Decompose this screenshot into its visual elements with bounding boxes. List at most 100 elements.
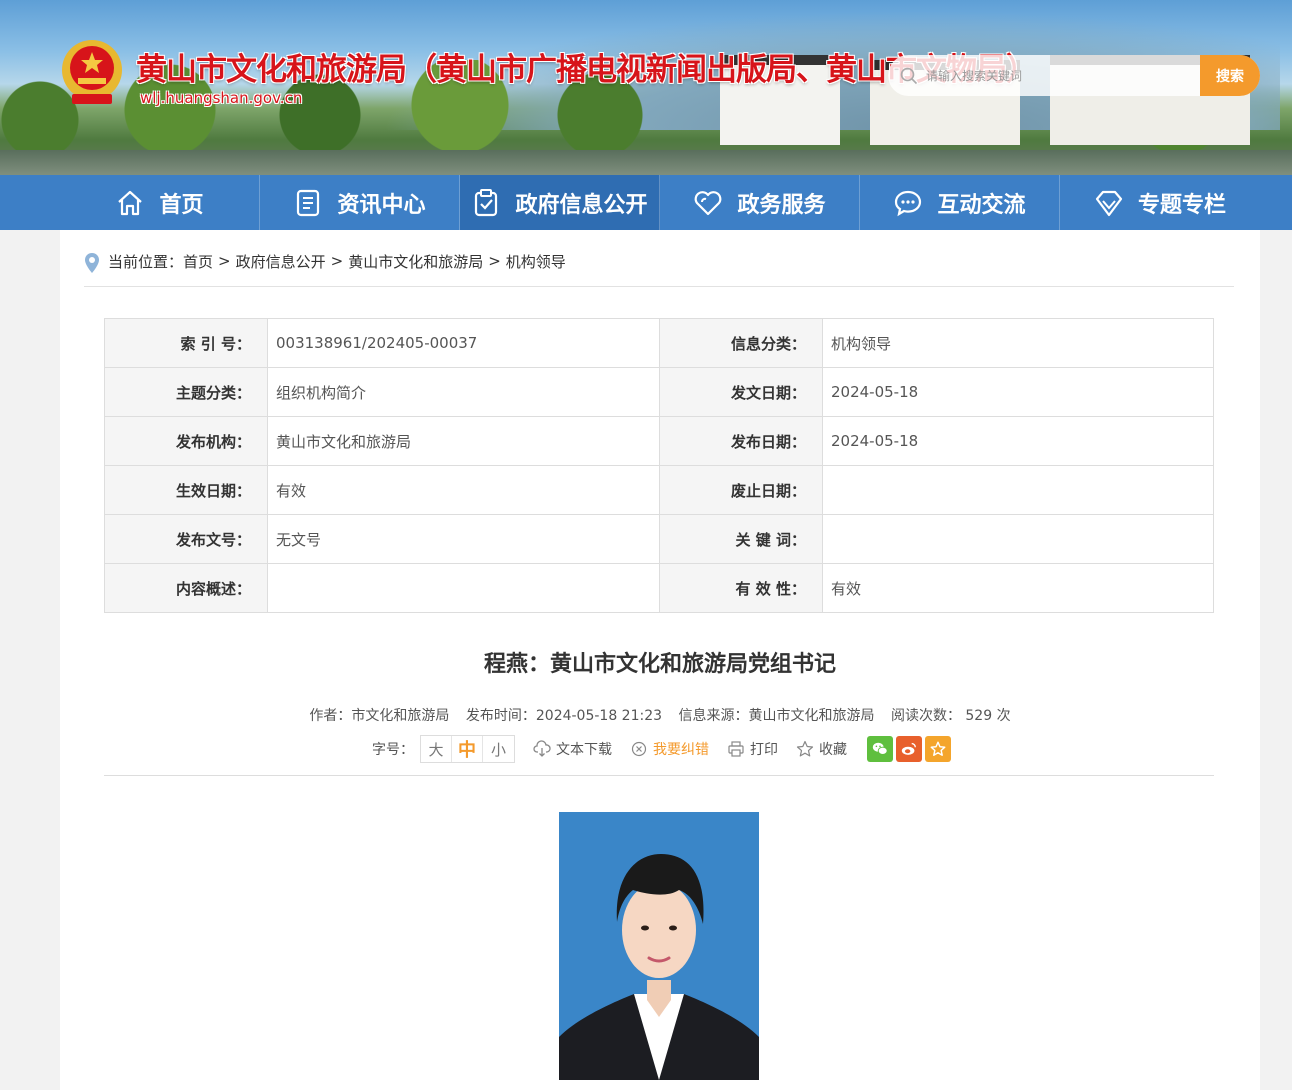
printer-icon xyxy=(728,741,744,757)
download-button[interactable]: 文本下载 xyxy=(533,739,612,759)
divider xyxy=(84,286,1234,287)
breadcrumb-separator: > xyxy=(488,252,501,270)
search-button[interactable]: 搜索 xyxy=(1200,55,1260,96)
font-size-small[interactable]: 小 xyxy=(483,736,514,762)
table-row: 发布机构： 黄山市文化和旅游局 发布日期： 2024-05-18 xyxy=(104,416,1214,466)
leader-portrait xyxy=(559,812,759,1080)
weibo-icon xyxy=(901,742,916,755)
article-info: 作者：市文化和旅游局 发布时间：2024-05-18 21:23 信息来源：黄山… xyxy=(60,705,1260,725)
star-icon xyxy=(930,741,946,756)
print-button[interactable]: 打印 xyxy=(727,739,778,759)
print-label: 打印 xyxy=(750,742,778,758)
article-publish-time: 发布时间：2024-05-18 21:23 xyxy=(465,708,663,724)
breadcrumb-prefix: 当前位置： xyxy=(108,252,184,271)
error-circle-icon xyxy=(631,741,647,757)
breadcrumb: 当前位置： 首页 > 政府信息公开 > 黄山市文化和旅游局 > 机构领导 xyxy=(84,248,566,274)
breadcrumb-home[interactable]: 首页 xyxy=(183,251,213,272)
favorite-label: 收藏 xyxy=(819,742,847,758)
meta-value: 组织机构简介 xyxy=(267,367,660,417)
article-author: 作者：市文化和旅游局 xyxy=(309,708,450,724)
nav-label: 政务服务 xyxy=(737,192,826,218)
wechat-icon xyxy=(872,742,888,755)
content-panel: 当前位置： 首页 > 政府信息公开 > 黄山市文化和旅游局 > 机构领导 索 引… xyxy=(60,230,1260,1090)
meta-value xyxy=(822,465,1214,515)
heart-icon xyxy=(695,190,722,215)
meta-value: 有效 xyxy=(267,465,660,515)
nav-label: 资讯中心 xyxy=(337,192,426,218)
search-box: 搜索 xyxy=(888,55,1260,96)
header-banner: 黄山市文化和旅游局（黄山市广播电视新闻出版局、黄山市文物局） wlj.huang… xyxy=(0,0,1292,175)
nav-item-services[interactable]: 政务服务 xyxy=(660,175,860,230)
nav-item-interaction[interactable]: 互动交流 xyxy=(860,175,1060,230)
breadcrumb-separator: > xyxy=(330,252,344,270)
meta-key: 索 引 号： xyxy=(104,318,268,368)
meta-key: 发文日期： xyxy=(659,367,823,417)
search-input[interactable] xyxy=(926,68,1176,83)
meta-value: 黄山市文化和旅游局 xyxy=(267,416,660,466)
meta-key: 信息分类： xyxy=(659,318,823,368)
meta-key: 废止日期： xyxy=(659,465,823,515)
meta-key: 有 效 性： xyxy=(659,563,823,613)
font-size-medium[interactable]: 中 xyxy=(452,736,483,762)
report-error-button[interactable]: 我要纠错 xyxy=(630,739,709,759)
breadcrumb-bureau[interactable]: 黄山市文化和旅游局 xyxy=(348,251,483,272)
meta-key: 主题分类： xyxy=(104,367,268,417)
meta-value: 机构领导 xyxy=(822,318,1214,368)
nav-item-special[interactable]: 专题专栏 xyxy=(1060,175,1260,230)
meta-value: 2024-05-18 xyxy=(822,367,1214,417)
meta-key: 发布文号： xyxy=(104,514,268,564)
favorite-button[interactable]: 收藏 xyxy=(796,739,847,759)
document-icon xyxy=(297,189,320,216)
banner-water xyxy=(0,150,1292,175)
download-label: 文本下载 xyxy=(556,742,612,758)
table-row: 主题分类： 组织机构简介 发文日期： 2024-05-18 xyxy=(104,367,1214,417)
font-size-label: 字号： xyxy=(372,742,414,758)
table-row: 内容概述： 有 效 性： 有效 xyxy=(104,563,1214,613)
nav-item-news[interactable]: 资讯中心 xyxy=(260,175,460,230)
table-row: 生效日期： 有效 废止日期： xyxy=(104,465,1214,515)
meta-key: 发布日期： xyxy=(659,416,823,466)
table-row: 索 引 号： 003138961/202405-00037 信息分类： 机构领导 xyxy=(104,318,1214,368)
search-icon xyxy=(900,67,918,84)
cloud-download-icon xyxy=(533,740,551,757)
breadcrumb-separator: > xyxy=(218,252,231,270)
article-source: 信息来源：黄山市文化和旅游局 xyxy=(678,708,875,724)
meta-value: 无文号 xyxy=(267,514,660,564)
location-pin-icon xyxy=(85,253,99,273)
meta-value xyxy=(267,563,660,613)
clipboard-check-icon xyxy=(475,188,498,216)
info-meta-table: 索 引 号： 003138961/202405-00037 信息分类： 机构领导… xyxy=(104,318,1214,613)
nav-item-gov-info[interactable]: 政府信息公开 xyxy=(460,175,660,230)
nav-label: 政府信息公开 xyxy=(515,192,648,218)
divider xyxy=(104,775,1214,776)
font-size-large[interactable]: 大 xyxy=(421,736,452,762)
weibo-share-button[interactable] xyxy=(896,736,922,762)
nav-label: 首页 xyxy=(159,192,204,218)
meta-key: 关 键 词： xyxy=(659,514,823,564)
share-group xyxy=(867,736,954,762)
meta-key: 发布机构： xyxy=(104,416,268,466)
breadcrumb-leadership[interactable]: 机构领导 xyxy=(506,251,566,272)
meta-key: 生效日期： xyxy=(104,465,268,515)
font-size-group: 大 中 小 xyxy=(420,735,515,763)
report-error-label: 我要纠错 xyxy=(653,742,709,758)
star-outline-icon xyxy=(796,740,814,757)
nav-item-home[interactable]: 首页 xyxy=(60,175,260,230)
diamond-icon xyxy=(1095,190,1123,216)
meta-value: 2024-05-18 xyxy=(822,416,1214,466)
breadcrumb-gov-info[interactable]: 政府信息公开 xyxy=(236,251,326,272)
article-tools: 字号： 大 中 小 文本下载 我要纠错 打印 收藏 xyxy=(372,735,954,763)
wechat-share-button[interactable] xyxy=(867,736,893,762)
national-emblem-icon xyxy=(62,40,122,104)
home-icon xyxy=(118,190,143,215)
main-nav: 首页 资讯中心 政府信息公开 政务服务 互动交流 专题专栏 xyxy=(0,175,1292,230)
table-row: 发布文号： 无文号 关 键 词： xyxy=(104,514,1214,564)
meta-key: 内容概述： xyxy=(104,563,268,613)
site-domain: wlj.huangshan.gov.cn xyxy=(140,89,303,107)
nav-label: 互动交流 xyxy=(937,192,1026,218)
article-views: 阅读次数： 529 次 xyxy=(890,708,1011,724)
nav-label: 专题专栏 xyxy=(1137,192,1226,218)
meta-value: 有效 xyxy=(822,563,1214,613)
meta-value: 003138961/202405-00037 xyxy=(267,318,660,368)
favorite-share-button[interactable] xyxy=(925,736,951,762)
